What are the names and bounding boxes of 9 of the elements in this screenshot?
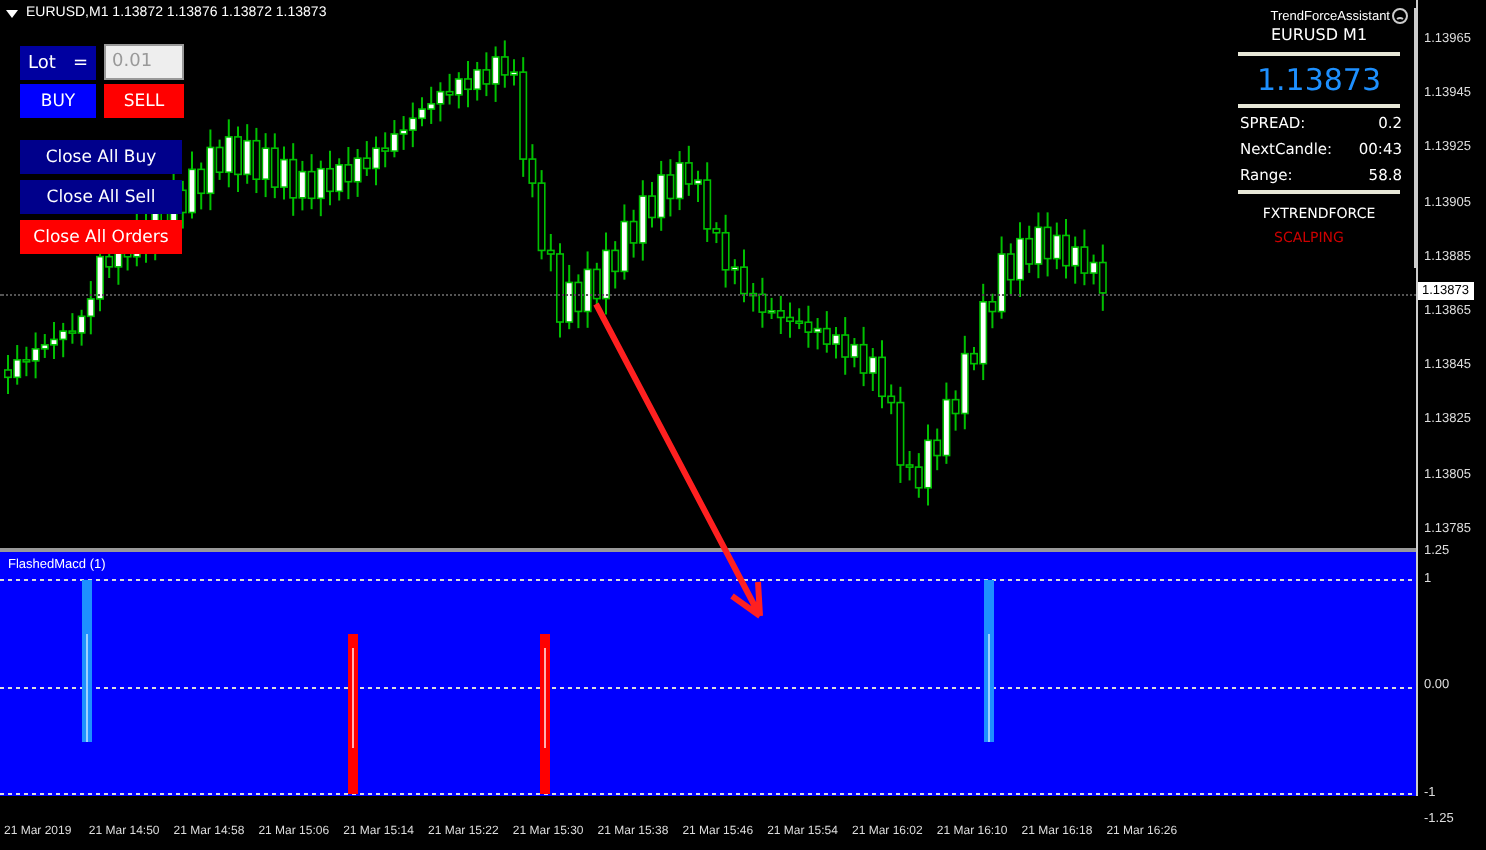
dropdown-icon[interactable] — [6, 9, 18, 17]
order-button[interactable]: SELL — [104, 84, 184, 118]
price-value: 1.13873 — [1254, 62, 1384, 98]
order-button[interactable]: Close All Sell — [20, 180, 182, 214]
symbol-label: EURUSD M1 — [1268, 26, 1370, 44]
order-button[interactable]: Close All Buy — [20, 140, 182, 174]
lot-label: Lot = — [20, 46, 96, 80]
order-button[interactable]: Close All Orders — [20, 220, 182, 254]
order-button[interactable]: BUY — [20, 84, 96, 118]
